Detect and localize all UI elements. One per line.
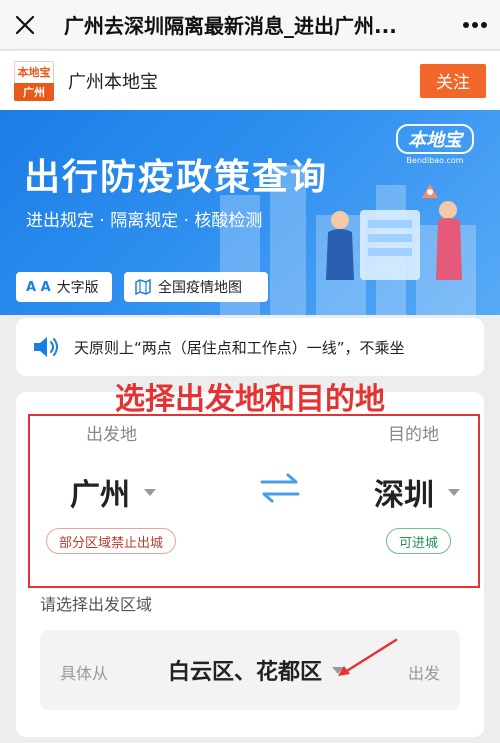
departure-label: 出发地 [86,425,137,445]
swap-icon[interactable] [258,470,302,506]
logo-text-bottom: 广州 [14,82,54,101]
close-button[interactable] [0,0,50,50]
destination-label: 目的地 [388,425,439,445]
epidemic-map-label: 全国疫情地图 [158,280,242,296]
notice-text: 天原则上“两点（居住点和工作点）一线”，不乘坐 [74,338,405,357]
destination-status-badge: 可进城 [386,528,452,554]
account-logo[interactable]: 本地宝 广州 [14,60,54,101]
account-name[interactable]: 广州本地宝 [68,68,420,94]
follow-button[interactable]: 关注 [420,63,486,98]
chevron-down-icon [144,488,156,496]
destination-city-value: 深圳 [374,478,434,513]
large-font-label: 大字版 [56,280,99,296]
brand-domain: Bendibao.com [406,156,464,165]
departure-city-value: 广州 [70,478,130,513]
departure-city-select[interactable]: 广州 [70,470,156,514]
region-prompt: 请选择出发区域 [40,595,153,614]
chevron-down-icon [448,488,460,496]
brand-name: 本地宝 [396,124,474,154]
travel-illustration [326,184,462,280]
more-icon [463,21,487,28]
destination-city-select[interactable]: 深圳 [374,470,460,514]
region-suffix: 出发 [408,664,441,683]
banner-subtitle: 进出规定 · 隔离规定 · 核酸检测 [26,211,263,231]
brand-logo: 本地宝 Bendibao.com [396,124,474,165]
close-icon [15,15,35,34]
account-row[interactable]: 本地宝 广州 广州本地宝 关注 [0,51,500,110]
departure-status-badge: 部分区域禁止出城 [46,528,177,554]
notice-bar[interactable]: 天原则上“两点（居住点和工作点）一线”，不乘坐 [16,318,484,376]
page-title: 广州去深圳隔离最新消息_进出广州... [64,14,397,38]
annotation-headline: 选择出发地和目的地 [115,382,385,417]
region-value: 白云区、花都区 [168,660,323,685]
top-nav-bar: 广州去深圳隔离最新消息_进出广州... [0,0,500,50]
logo-text-top: 本地宝 [14,60,54,83]
banner-title: 出行防疫政策查询 [24,157,329,198]
font-size-icon: A A [26,279,51,295]
speaker-icon [16,334,74,360]
region-prefix: 具体从 [60,664,109,683]
region-select[interactable]: 白云区、花都区 [168,654,345,686]
annotation-arrow-icon [338,638,398,676]
large-font-button[interactable]: A A 大字版 [16,272,112,302]
more-button[interactable] [450,0,500,50]
epidemic-map-button[interactable]: 全国疫情地图 [124,272,268,302]
map-icon [135,278,151,296]
